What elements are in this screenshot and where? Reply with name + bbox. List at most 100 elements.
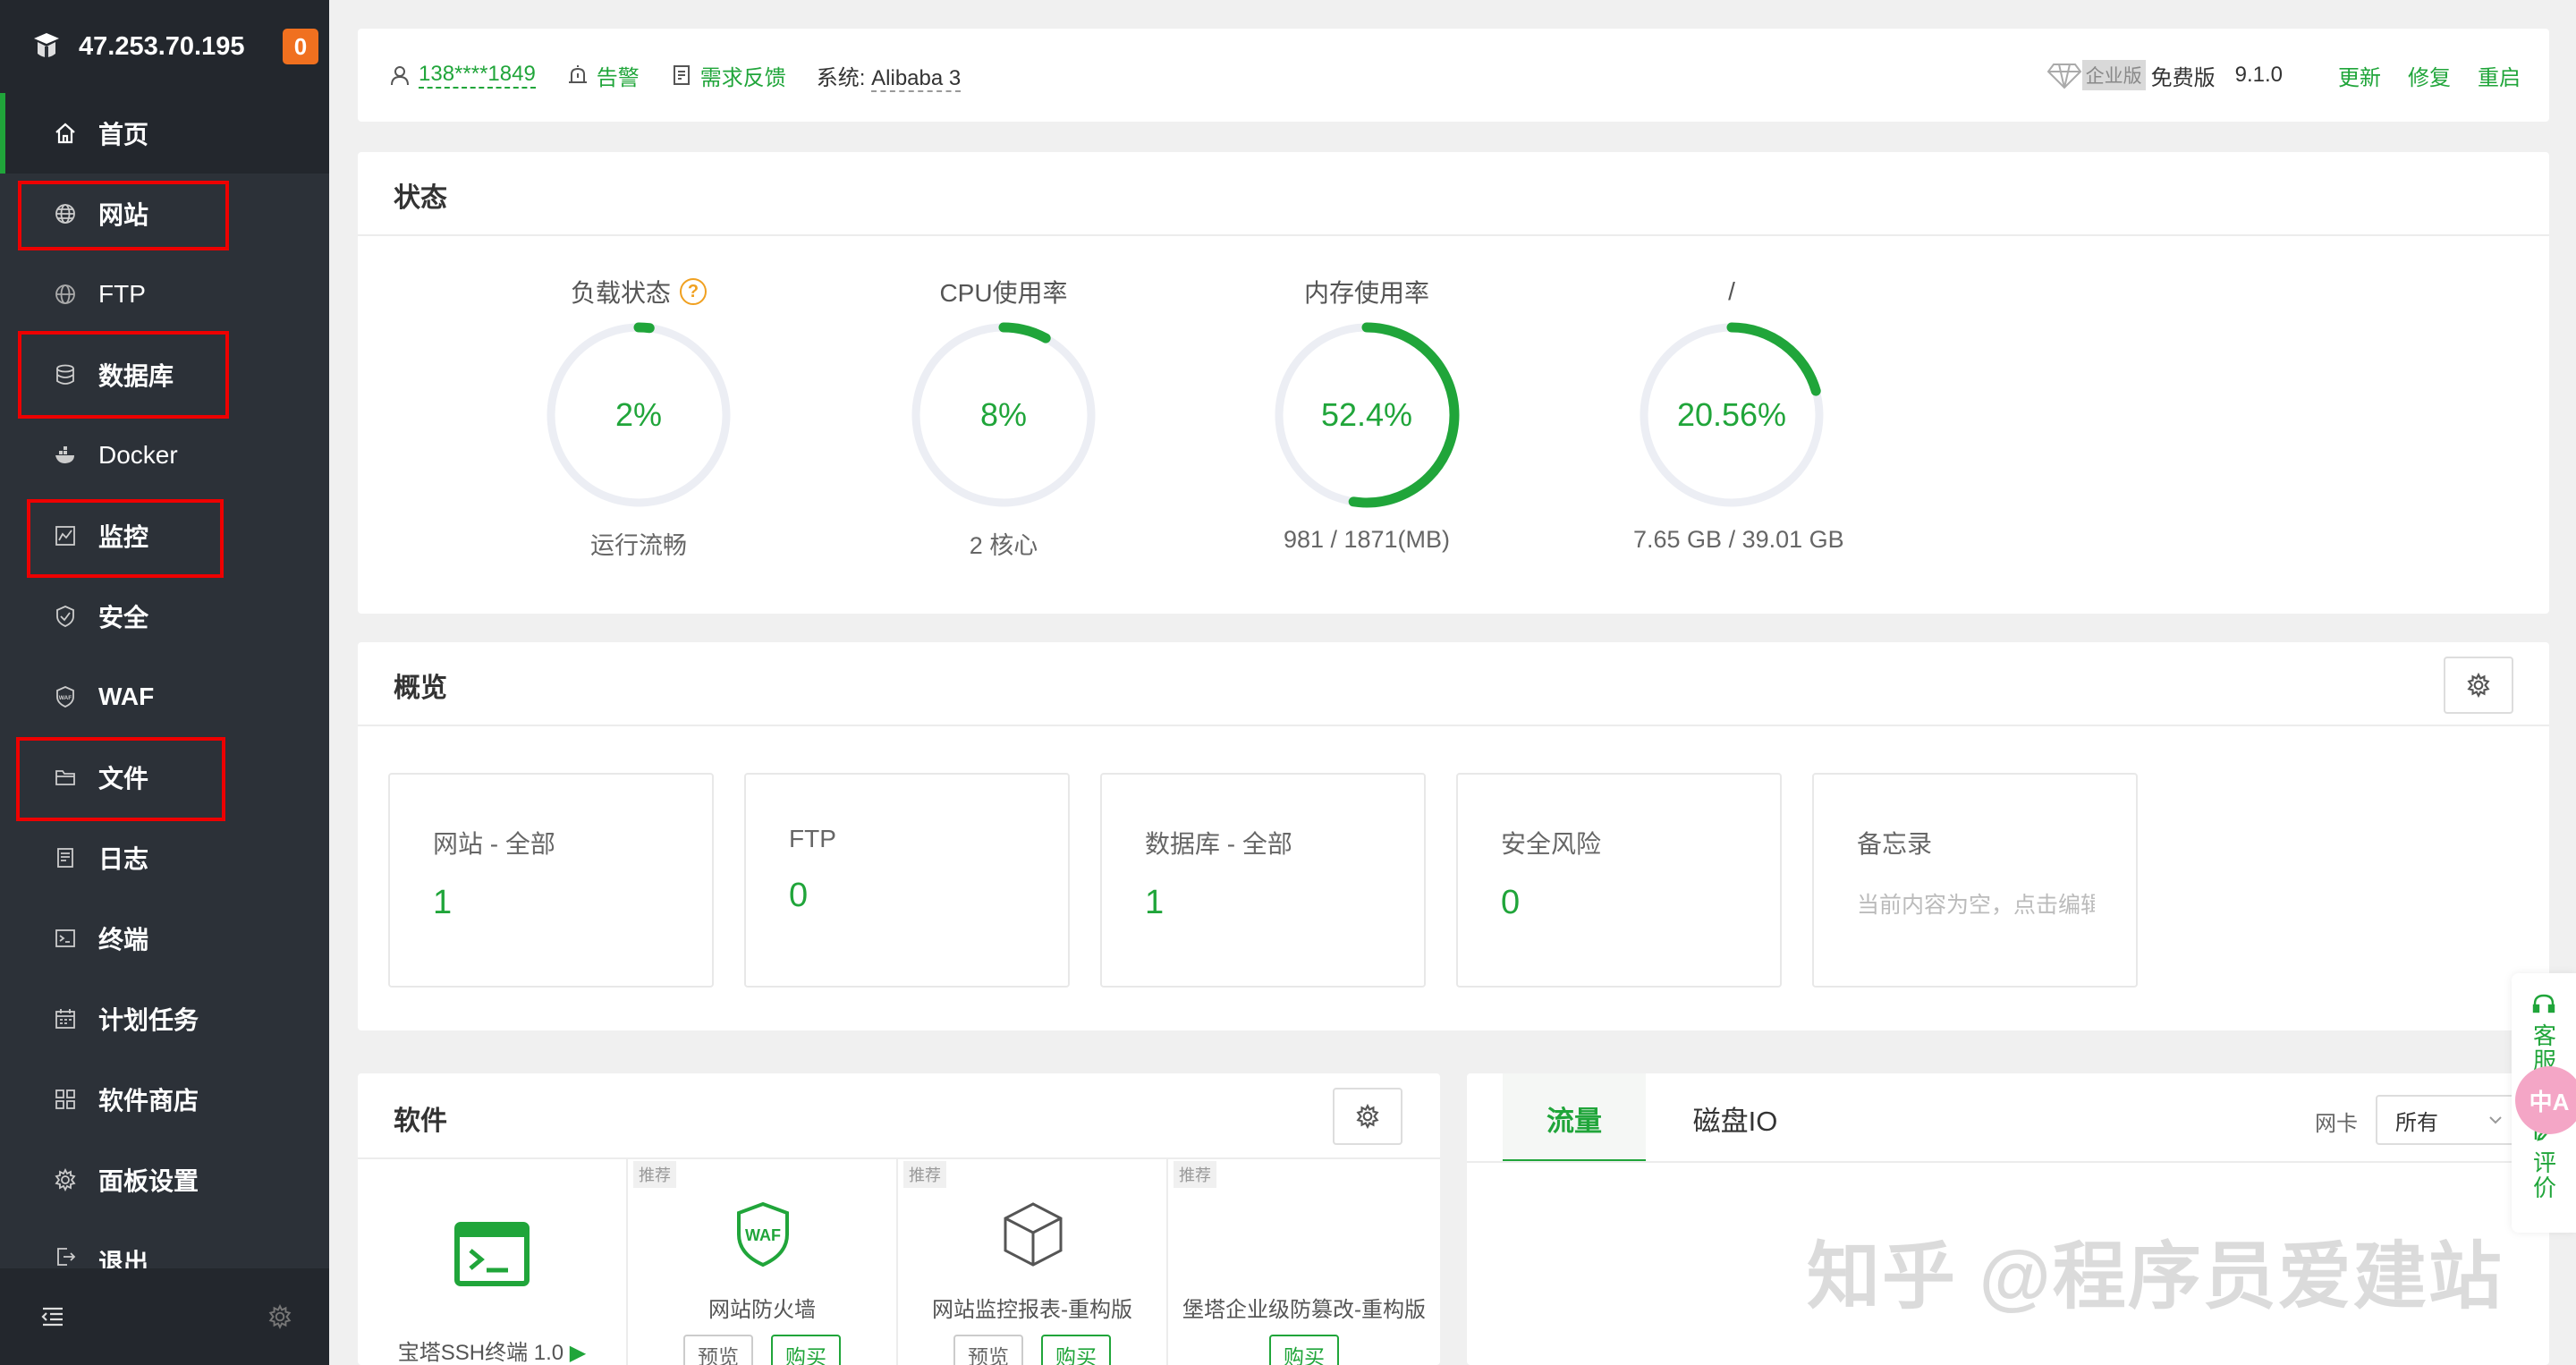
tab-disk-io[interactable]: 磁盘IO [1646, 1073, 1825, 1163]
overview-box-value[interactable]: 1 [433, 884, 712, 922]
sidebar-footer [0, 1268, 329, 1365]
feedback-link[interactable]: 需求反馈 [670, 60, 786, 91]
headset-icon [2532, 994, 2555, 1013]
sidebar-item-settings[interactable]: 面板设置 [0, 1140, 329, 1220]
review-label[interactable]: 评价 [2528, 1150, 2561, 1200]
help-icon[interactable]: ? [680, 278, 707, 305]
overview-box-value[interactable]: 0 [1501, 884, 1780, 922]
gauge-memory[interactable]: 内存使用率 52.4% 981 / 1871(MB) [1268, 274, 1465, 554]
preview-button[interactable]: 预览 [683, 1335, 753, 1365]
nic-select-value: 所有 [2395, 1110, 2438, 1135]
diamond-icon [2046, 64, 2081, 89]
gear-icon [1356, 1103, 1379, 1130]
waf-shield-text: WAF [745, 1226, 781, 1244]
recommend-tag: 推荐 [903, 1161, 946, 1188]
collapse-menu-icon[interactable] [39, 1303, 66, 1330]
buy-button[interactable]: 购买 [771, 1335, 841, 1365]
software-item-monitor-report[interactable]: 推荐 网站监控报表-重构版 预览 购买 [898, 1159, 1168, 1365]
software-item-tamper-proof[interactable]: 推荐 堡塔企业级防篡改-重构版 购买 [1168, 1159, 1440, 1365]
sidebar-item-label: 监控 [98, 523, 149, 551]
software-item-waf[interactable]: 推荐 WAF 网站防火墙 预览 购买 [628, 1159, 898, 1365]
globe-icon [52, 200, 79, 227]
buy-button[interactable]: 购买 [1269, 1335, 1339, 1365]
overview-box-value[interactable]: 0 [789, 877, 1068, 915]
user-account-link[interactable]: 138****1849 [388, 62, 536, 89]
status-title: 状态 [394, 183, 447, 213]
gauge-sub: 981 / 1871(MB) [1283, 526, 1451, 553]
overview-settings-button[interactable] [2444, 657, 2513, 714]
sidebar-item-label: 终端 [98, 926, 149, 954]
translate-button[interactable]: 中A [2515, 1066, 2576, 1134]
sidebar-item-logs[interactable]: 日志 [0, 818, 329, 898]
log-icon [52, 844, 79, 871]
alarm-label: 告警 [596, 65, 640, 90]
status-card: 状态 负载状态? 2% 运行流畅 CPU使用率 8% 2 核心 内存使用率 52… [358, 152, 2549, 614]
restart-button[interactable]: 重启 [2478, 60, 2521, 91]
preview-button[interactable]: 预览 [953, 1335, 1023, 1365]
gauge-sub: 运行流畅 [590, 532, 687, 559]
play-icon[interactable]: ▶ [570, 1341, 586, 1365]
gauge-value: 2% [614, 396, 663, 433]
software-item-ssh[interactable]: 宝塔SSH终端 1.0 ▶ [358, 1159, 628, 1365]
sidebar: 47.253.70.195 0 首页 网站 FTP 数据库 Docker 监控 … [0, 0, 329, 1365]
system-label: 系统: [816, 65, 866, 90]
watermark: 知乎 @程序员爱建站 [1807, 1236, 2504, 1318]
user-icon [391, 66, 409, 86]
gauge-cpu[interactable]: CPU使用率 8% 2 核心 [905, 274, 1102, 561]
chevron-down-icon [2489, 1116, 2502, 1124]
alarm-link[interactable]: 告警 [566, 60, 640, 91]
sidebar-item-logout[interactable]: 退出 [0, 1220, 329, 1268]
sidebar-item-monitor[interactable]: 监控 [0, 496, 329, 576]
sidebar-item-docker[interactable]: Docker [0, 415, 329, 496]
sidebar-item-ftp[interactable]: FTP [0, 254, 329, 335]
system-info[interactable]: 系统: Alibaba 3 [816, 60, 962, 92]
overview-box-database[interactable]: 数据库 - 全部 1 [1100, 773, 1426, 988]
gauge-disk[interactable]: / 20.56% 7.65 GB / 39.01 GB [1633, 274, 1844, 554]
sidebar-item-cron[interactable]: 计划任务 [0, 979, 329, 1059]
sidebar-item-waf[interactable]: WAF WAF [0, 657, 329, 737]
username: 138****1849 [419, 62, 536, 89]
update-button[interactable]: 更新 [2338, 60, 2381, 91]
overview-box-ftp[interactable]: FTP 0 [744, 773, 1070, 988]
shield-check-icon [52, 603, 79, 630]
recommend-tag: 推荐 [633, 1161, 676, 1188]
divider [1467, 1161, 2549, 1163]
buy-button[interactable]: 购买 [1041, 1335, 1111, 1365]
gauge-load[interactable]: 负载状态? 2% 运行流畅 [540, 274, 737, 561]
sidebar-item-store[interactable]: 软件商店 [0, 1059, 329, 1140]
overview-card: 概览 网站 - 全部 1 FTP 0 数据库 - 全部 1 安全风险 0 备忘录… [358, 642, 2549, 1030]
sidebar-item-label: 退出 [98, 1249, 149, 1268]
sidebar-item-database[interactable]: 数据库 [0, 335, 329, 415]
sidebar-item-terminal[interactable]: 终端 [0, 898, 329, 979]
traffic-tabs: 流量 磁盘IO [1467, 1073, 1825, 1163]
nic-select[interactable]: 所有 [2376, 1095, 2519, 1145]
server-ip[interactable]: 47.253.70.195 [79, 32, 283, 62]
overview-box-security-risk[interactable]: 安全风险 0 [1456, 773, 1782, 988]
sidebar-item-files[interactable]: 文件 [0, 737, 329, 818]
memo-placeholder[interactable]: 当前内容为空，点击编辑 [1857, 887, 2095, 920]
overview-box-website[interactable]: 网站 - 全部 1 [388, 773, 714, 988]
footer-gear-icon[interactable] [267, 1303, 293, 1330]
gauge-value: 52.4% [1320, 396, 1413, 433]
monitor-chart-icon [52, 522, 79, 549]
software-settings-button[interactable] [1333, 1088, 1402, 1145]
sidebar-item-label: 计划任务 [98, 1006, 199, 1034]
enterprise-badge[interactable]: 企业版 [2046, 60, 2146, 90]
sidebar-item-security[interactable]: 安全 [0, 576, 329, 657]
database-icon [52, 361, 79, 388]
recommend-tag: 推荐 [1174, 1161, 1216, 1188]
nic-label: 网卡 [2315, 1112, 2358, 1136]
sidebar-item-home[interactable]: 首页 [0, 93, 329, 174]
waf-shield-icon: WAF [737, 1201, 789, 1268]
enterprise-label: 企业版 [2081, 60, 2146, 90]
repair-button[interactable]: 修复 [2408, 60, 2451, 91]
overview-box-value[interactable]: 1 [1145, 884, 1424, 922]
overview-box-memo[interactable]: 备忘录 当前内容为空，点击编辑 [1812, 773, 2138, 988]
docker-icon [52, 442, 79, 469]
svg-text:WAF: WAF [59, 695, 72, 701]
sidebar-item-website[interactable]: 网站 [0, 174, 329, 254]
logout-icon [52, 1243, 79, 1268]
gauge-value: 8% [979, 396, 1028, 433]
notification-badge[interactable]: 0 [283, 29, 318, 64]
tab-traffic[interactable]: 流量 [1503, 1073, 1646, 1163]
